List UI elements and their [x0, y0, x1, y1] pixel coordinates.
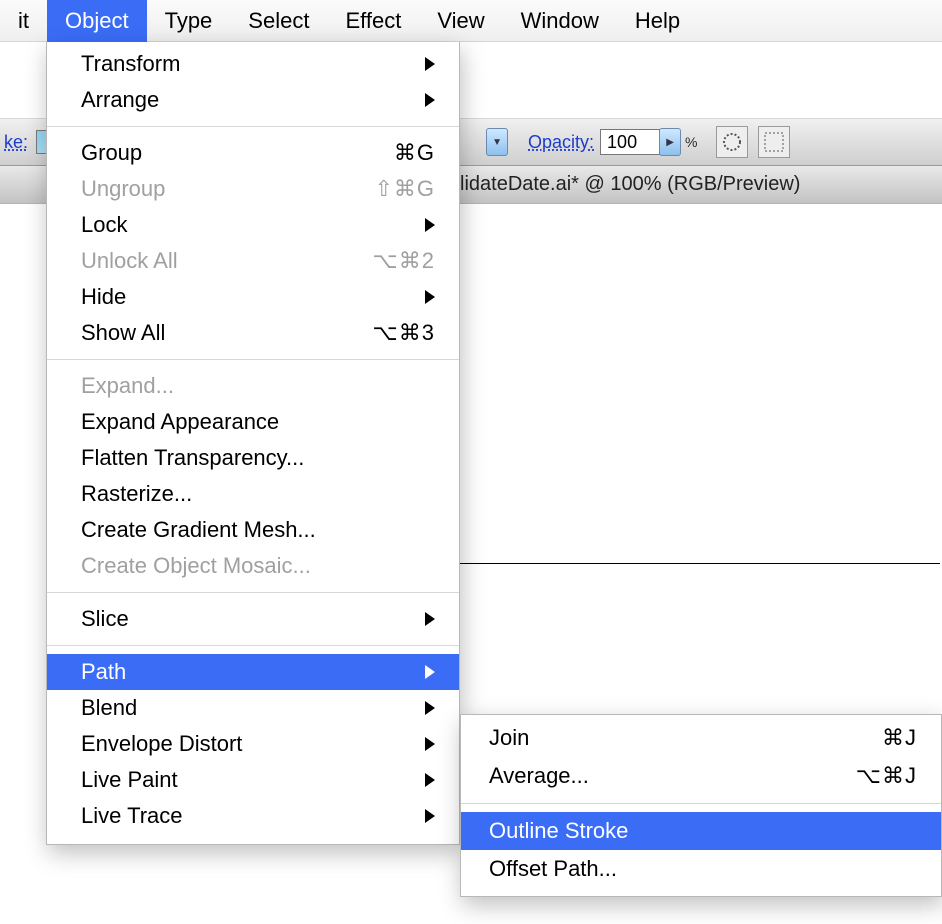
- menu-item-slice[interactable]: Slice: [47, 601, 459, 637]
- menu-item-create-object-mosaic: Create Object Mosaic...: [47, 548, 459, 584]
- menu-item-label: Expand Appearance: [81, 409, 435, 435]
- submenu-item-label: Offset Path...: [489, 856, 917, 882]
- chevron-right-icon: [425, 701, 435, 715]
- menu-item-label: Rasterize...: [81, 481, 435, 507]
- menu-item-label: Lock: [81, 212, 415, 238]
- submenu-item-join[interactable]: Join ⌘J: [461, 719, 941, 757]
- chevron-right-icon: [425, 665, 435, 679]
- menu-label: Type: [165, 8, 213, 34]
- menu-item-effect[interactable]: Effect: [327, 0, 419, 42]
- menu-item-label: Slice: [81, 606, 415, 632]
- menu-label: Help: [635, 8, 680, 34]
- chevron-right-icon: [425, 290, 435, 304]
- menu-item-ungroup: Ungroup ⇧⌘G: [47, 171, 459, 207]
- opacity-unit: %: [685, 134, 697, 150]
- menu-item-object[interactable]: Object: [47, 0, 147, 42]
- menu-item-unlock-all: Unlock All ⌥⌘2: [47, 243, 459, 279]
- menu-item-label: Envelope Distort: [81, 731, 415, 757]
- menu-item-label: Blend: [81, 695, 415, 721]
- menu-item-live-paint[interactable]: Live Paint: [47, 762, 459, 798]
- menu-item-type[interactable]: Type: [147, 0, 231, 42]
- artboard-edge: [460, 204, 940, 564]
- menu-shortcut: ⌥⌘2: [372, 248, 435, 274]
- menu-item-help[interactable]: Help: [617, 0, 698, 42]
- chevron-right-icon: [425, 809, 435, 823]
- submenu-separator: [461, 803, 941, 804]
- menu-item-label: Ungroup: [81, 176, 364, 202]
- menu-label: Select: [248, 8, 309, 34]
- menu-item-label: Live Paint: [81, 767, 415, 793]
- menu-item-label: Live Trace: [81, 803, 415, 829]
- menu-label: Window: [521, 8, 599, 34]
- menu-item-expand: Expand...: [47, 368, 459, 404]
- menu-separator: [47, 592, 459, 593]
- menu-item-rasterize[interactable]: Rasterize...: [47, 476, 459, 512]
- menu-label: Effect: [345, 8, 401, 34]
- menu-item-label: Arrange: [81, 87, 415, 113]
- path-submenu: Join ⌘J Average... ⌥⌘J Outline Stroke Of…: [460, 714, 942, 897]
- submenu-item-average[interactable]: Average... ⌥⌘J: [461, 757, 941, 795]
- menu-item-label: Transform: [81, 51, 415, 77]
- menu-item-transform[interactable]: Transform: [47, 46, 459, 82]
- menu-shortcut: ⌥⌘3: [372, 320, 435, 346]
- submenu-item-label: Outline Stroke: [489, 818, 917, 844]
- chevron-right-icon: [425, 93, 435, 107]
- menu-label: View: [437, 8, 484, 34]
- menu-item-edit-partial[interactable]: it: [0, 0, 47, 42]
- menu-item-view[interactable]: View: [419, 0, 502, 42]
- menu-item-hide[interactable]: Hide: [47, 279, 459, 315]
- menu-item-arrange[interactable]: Arrange: [47, 82, 459, 118]
- submenu-item-label: Join: [489, 725, 882, 751]
- menu-item-blend[interactable]: Blend: [47, 690, 459, 726]
- menu-item-create-gradient-mesh[interactable]: Create Gradient Mesh...: [47, 512, 459, 548]
- transparency-grid-icon[interactable]: [758, 126, 790, 158]
- menu-item-lock[interactable]: Lock: [47, 207, 459, 243]
- style-icon[interactable]: [716, 126, 748, 158]
- document-title[interactable]: lidateDate.ai* @ 100% (RGB/Preview): [460, 173, 800, 196]
- menu-separator: [47, 359, 459, 360]
- opacity-label[interactable]: Opacity:: [528, 132, 594, 153]
- chevron-right-icon: [425, 218, 435, 232]
- menu-item-label: Path: [81, 659, 415, 685]
- menu-item-label: Create Gradient Mesh...: [81, 517, 435, 543]
- menu-item-live-trace[interactable]: Live Trace: [47, 798, 459, 834]
- menu-item-select[interactable]: Select: [230, 0, 327, 42]
- submenu-shortcut: ⌘J: [882, 725, 917, 751]
- menu-label: Object: [65, 8, 129, 34]
- menu-item-label: Show All: [81, 320, 362, 346]
- menu-item-path[interactable]: Path: [47, 654, 459, 690]
- menu-label: it: [18, 8, 29, 34]
- menu-item-envelope-distort[interactable]: Envelope Distort: [47, 726, 459, 762]
- chevron-right-icon: [425, 737, 435, 751]
- opacity-dropdown-button[interactable]: ▶: [659, 128, 681, 156]
- menu-shortcut: ⌘G: [394, 140, 435, 166]
- menu-shortcut: ⇧⌘G: [374, 176, 435, 202]
- chevron-right-icon: [425, 57, 435, 71]
- menu-item-label: Hide: [81, 284, 415, 310]
- menu-item-label: Expand...: [81, 373, 435, 399]
- submenu-item-label: Average...: [489, 763, 856, 789]
- menu-separator: [47, 126, 459, 127]
- menu-item-label: Unlock All: [81, 248, 362, 274]
- menu-separator: [47, 645, 459, 646]
- submenu-shortcut: ⌥⌘J: [856, 763, 917, 789]
- menu-item-show-all[interactable]: Show All ⌥⌘3: [47, 315, 459, 351]
- menu-item-label: Group: [81, 140, 384, 166]
- menu-item-group[interactable]: Group ⌘G: [47, 135, 459, 171]
- submenu-item-outline-stroke[interactable]: Outline Stroke: [461, 812, 941, 850]
- chevron-right-icon: [425, 612, 435, 626]
- chevron-right-icon: [425, 773, 435, 787]
- dropdown-button[interactable]: ▼: [486, 128, 508, 156]
- menu-item-window[interactable]: Window: [503, 0, 617, 42]
- menubar: it Object Type Select Effect View Window…: [0, 0, 942, 42]
- stroke-label[interactable]: ke:: [4, 132, 28, 153]
- menu-item-label: Flatten Transparency...: [81, 445, 435, 471]
- menu-item-label: Create Object Mosaic...: [81, 553, 435, 579]
- menu-item-flatten-transparency[interactable]: Flatten Transparency...: [47, 440, 459, 476]
- submenu-item-offset-path[interactable]: Offset Path...: [461, 850, 941, 888]
- menu-item-expand-appearance[interactable]: Expand Appearance: [47, 404, 459, 440]
- object-menu-dropdown: Transform Arrange Group ⌘G Ungroup ⇧⌘G L…: [46, 42, 460, 845]
- opacity-input[interactable]: 100: [600, 129, 660, 155]
